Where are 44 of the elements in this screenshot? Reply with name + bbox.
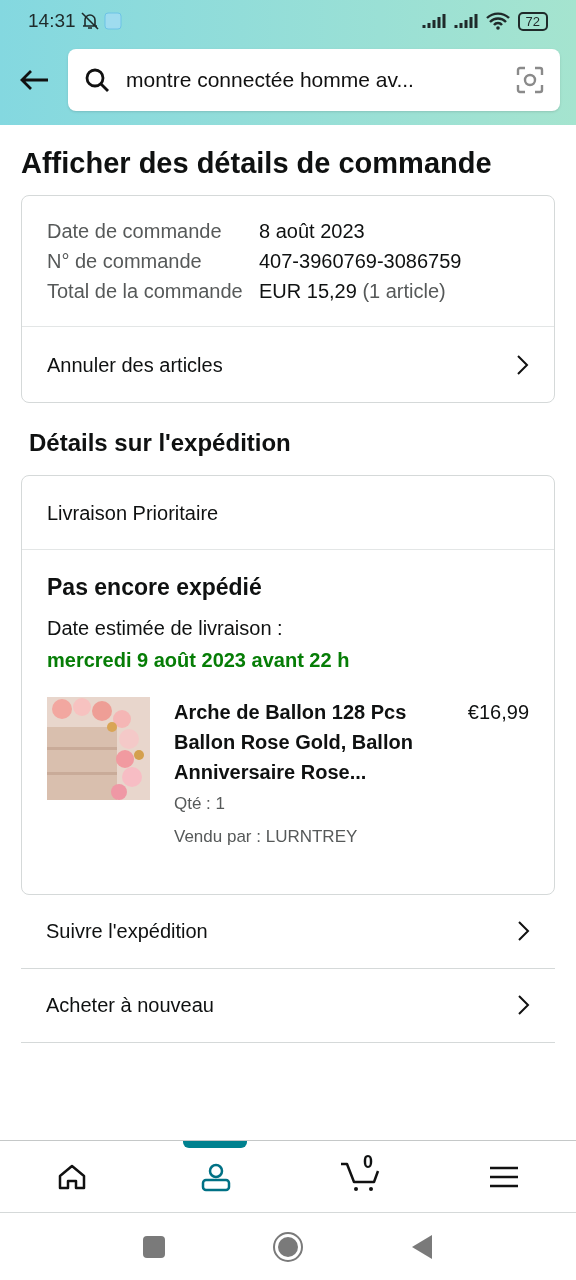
- battery-indicator: 72: [517, 11, 548, 31]
- chevron-right-icon: [516, 994, 530, 1017]
- cancel-items-row[interactable]: Annuler des articles: [22, 326, 554, 403]
- system-back-button[interactable]: [411, 1234, 433, 1259]
- app-icon: [103, 12, 122, 30]
- home-button[interactable]: [273, 1231, 303, 1262]
- signal-icon: [453, 13, 478, 29]
- bell-off-icon: [79, 11, 100, 31]
- triangle-back-icon: [412, 1234, 432, 1259]
- wifi-icon: [485, 12, 510, 30]
- section-heading: Détails sur l'expédition: [28, 428, 292, 459]
- menu-icon: [490, 1165, 518, 1188]
- field-label: Total de la commande: [47, 279, 244, 305]
- product-price: €16,99: [467, 699, 529, 725]
- status-time: 14:31: [28, 8, 76, 33]
- chevron-right-icon: [515, 353, 529, 376]
- camera-scan-icon: [516, 66, 544, 94]
- back-arrow-icon: [19, 69, 49, 91]
- field-label: Date de commande: [47, 219, 223, 245]
- field-value: 8 août 2023: [259, 219, 366, 245]
- shipping-method: Livraison Prioritaire: [22, 476, 554, 551]
- page-title: Afficher des détails de commande: [20, 146, 493, 181]
- action-row[interactable]: Suivre l'expédition: [21, 894, 555, 969]
- search-field[interactable]: montre connectée homme av...: [68, 49, 560, 111]
- recents-button[interactable]: [143, 1235, 165, 1258]
- delivery-estimate-label: Date estimée de livraison :: [47, 615, 284, 641]
- selected-tab-indicator: [183, 1141, 247, 1148]
- search-query: montre connectée homme av...: [126, 67, 415, 94]
- seller-text: Vendu par : LURNTREY: [174, 826, 359, 849]
- field-label: N° de commande: [47, 249, 203, 275]
- nav-tab[interactable]: 0: [288, 1141, 432, 1212]
- search-icon: [84, 67, 110, 93]
- shipment-status: Pas encore expédié: [47, 573, 263, 603]
- signal-icon: [421, 13, 446, 29]
- field-value: EUR 15,29 (1 article): [259, 279, 447, 305]
- action-row[interactable]: Acheter à nouveau: [21, 968, 555, 1043]
- account-icon: [201, 1161, 231, 1192]
- chevron-right-icon: [516, 920, 530, 943]
- delivery-date: mercredi 9 août 2023 avant 22 h: [47, 647, 351, 673]
- product-title[interactable]: Arche de Ballon 128 Pcs Ballon Rose Gold, Ballon Anniversaire Rose...: [174, 696, 456, 787]
- field-value: 407-3960769-3086759: [259, 249, 463, 275]
- cart-count: 0: [363, 1151, 373, 1174]
- home-icon: [57, 1162, 87, 1191]
- quantity-text: Qté : 1: [174, 792, 227, 815]
